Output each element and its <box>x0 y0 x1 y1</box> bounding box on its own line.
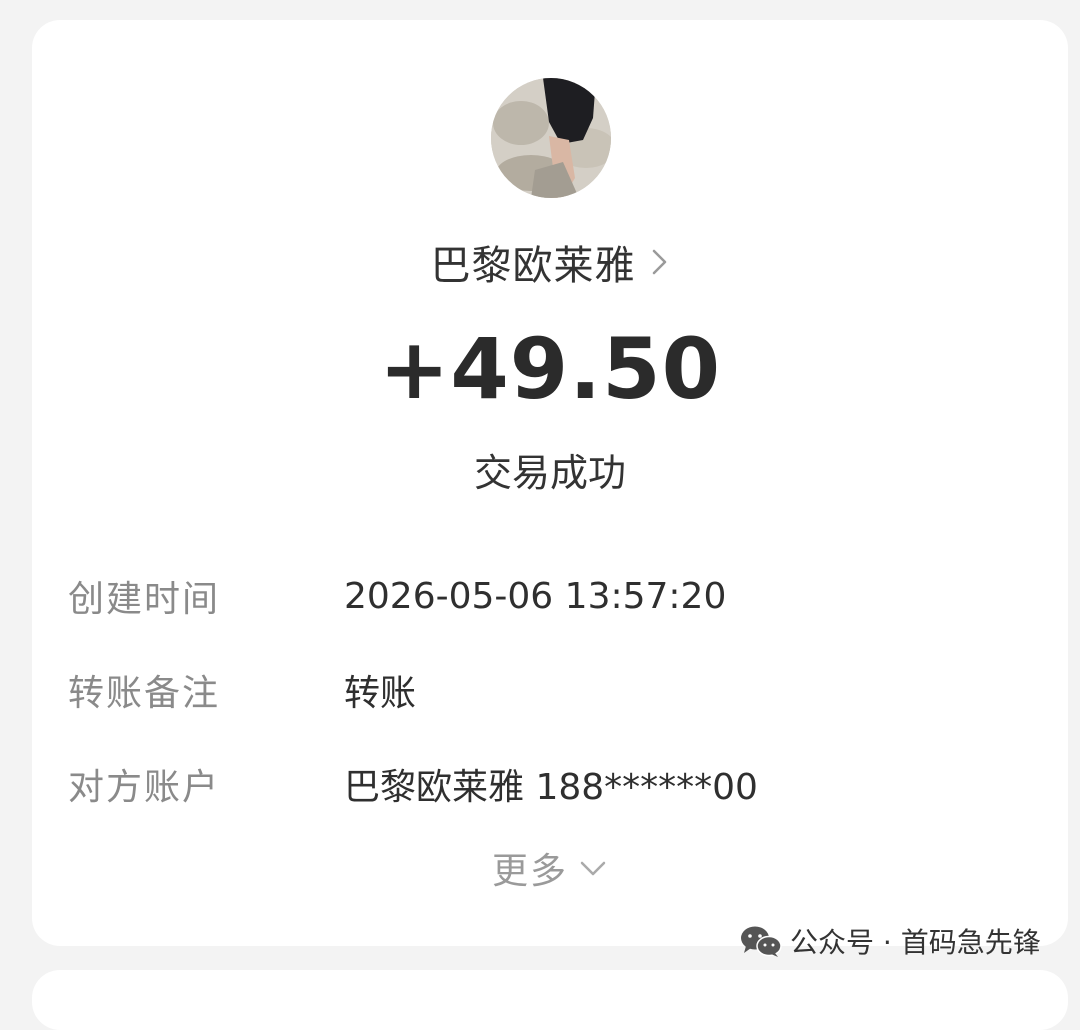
wechat-icon <box>741 926 782 957</box>
chevron-down-icon <box>578 858 608 878</box>
more-label: 更多 <box>491 851 568 892</box>
watermark-text: 公众号 · 首码急先锋 <box>790 926 1041 959</box>
detail-row-transfer-note: 转账备注 转账 <box>68 662 1048 718</box>
transaction-detail-card: 巴黎欧莱雅 +49.50 交易成功 创建时间 2026-05-06 13:57:… <box>32 20 1068 946</box>
more-button[interactable]: 更多 <box>32 840 1068 896</box>
detail-row-counterparty-account: 对方账户 巴黎欧莱雅 188******00 <box>68 756 1048 812</box>
detail-label: 对方账户 <box>68 767 221 808</box>
transaction-status: 交易成功 <box>473 451 626 495</box>
detail-label: 转账备注 <box>68 673 221 714</box>
chevron-right-icon <box>650 247 670 277</box>
detail-value: 2026-05-06 13:57:20 <box>344 575 727 617</box>
watermark: 公众号 · 首码急先锋 <box>740 918 1041 964</box>
detail-value: 巴黎欧莱雅 188******00 <box>344 767 758 808</box>
payee-avatar[interactable] <box>491 78 611 198</box>
payee-name: 巴黎欧莱雅 <box>430 243 636 289</box>
detail-row-created-time: 创建时间 2026-05-06 13:57:20 <box>68 568 1048 624</box>
detail-value: 转账 <box>344 673 417 714</box>
next-card <box>32 970 1068 1030</box>
payee-name-row[interactable]: 巴黎欧莱雅 <box>32 232 1068 292</box>
transaction-amount: +49.50 <box>378 320 722 418</box>
detail-label: 创建时间 <box>68 579 221 620</box>
avatar-photo <box>491 78 611 198</box>
